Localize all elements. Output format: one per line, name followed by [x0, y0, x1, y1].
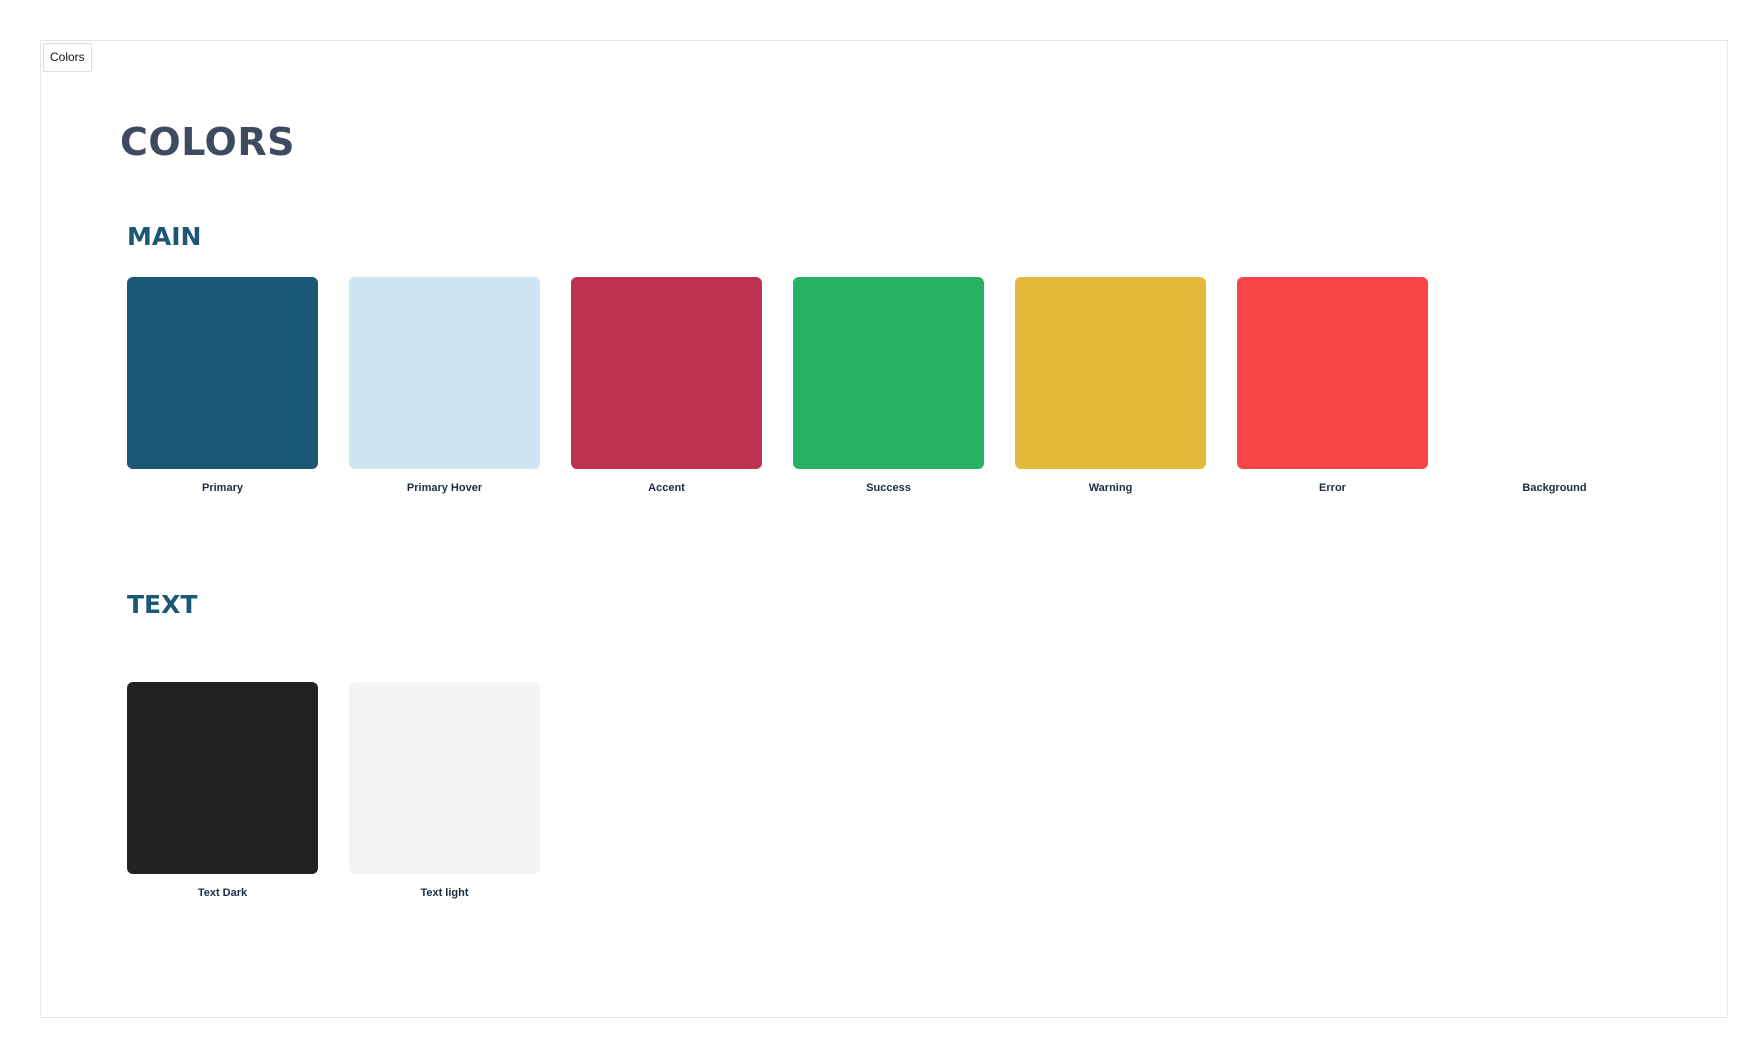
swatch-text-dark[interactable]: Text Dark [127, 682, 318, 900]
swatch-color-box[interactable] [349, 277, 540, 469]
swatch-label: Warning [1088, 482, 1133, 494]
swatch-color-box[interactable] [349, 682, 540, 874]
swatch-color-box[interactable] [793, 277, 984, 469]
swatch-warning[interactable]: Warning [1015, 277, 1206, 495]
swatch-label: Background [1522, 482, 1587, 494]
text-swatch-row: Text Dark Text light [127, 682, 571, 900]
swatch-label: Primary Hover [406, 482, 483, 494]
swatch-color-box[interactable] [127, 682, 318, 874]
swatch-primary-hover[interactable]: Primary Hover [349, 277, 540, 495]
main-swatch-row: Primary Primary Hover Accent Success War… [127, 277, 1681, 495]
swatch-label: Accent [648, 482, 685, 494]
section-title-main: MAIN [127, 222, 202, 251]
swatch-label: Text Dark [197, 887, 248, 899]
swatch-label: Error [1319, 482, 1346, 494]
frame-tab[interactable]: Colors [43, 43, 92, 72]
section-title-text: TEXT [127, 590, 198, 619]
swatch-text-light[interactable]: Text light [349, 682, 540, 900]
swatch-label: Text light [420, 887, 469, 899]
swatch-label: Success [866, 482, 911, 494]
swatch-background[interactable]: Background [1459, 277, 1650, 495]
swatch-success[interactable]: Success [793, 277, 984, 495]
swatch-color-box[interactable] [1459, 277, 1650, 469]
swatch-label: Primary [202, 482, 243, 494]
swatch-error[interactable]: Error [1237, 277, 1428, 495]
swatch-color-box[interactable] [1237, 277, 1428, 469]
swatch-color-box[interactable] [127, 277, 318, 469]
page-title: COLORS [120, 120, 295, 164]
swatch-color-box[interactable] [1015, 277, 1206, 469]
swatch-accent[interactable]: Accent [571, 277, 762, 495]
swatch-primary[interactable]: Primary [127, 277, 318, 495]
swatch-color-box[interactable] [571, 277, 762, 469]
